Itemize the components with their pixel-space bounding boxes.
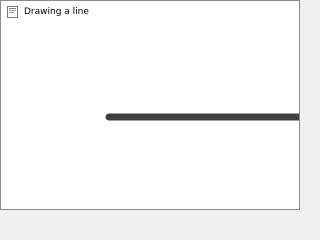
title-bar[interactable]: Drawing a line	[1, 1, 299, 23]
drawing-panel	[1, 23, 299, 209]
java-cup-icon[interactable]	[7, 6, 18, 18]
window-title: Drawing a line	[24, 7, 89, 17]
drawing-canvas	[105, 113, 299, 121]
app-window: Drawing a line	[0, 0, 300, 210]
